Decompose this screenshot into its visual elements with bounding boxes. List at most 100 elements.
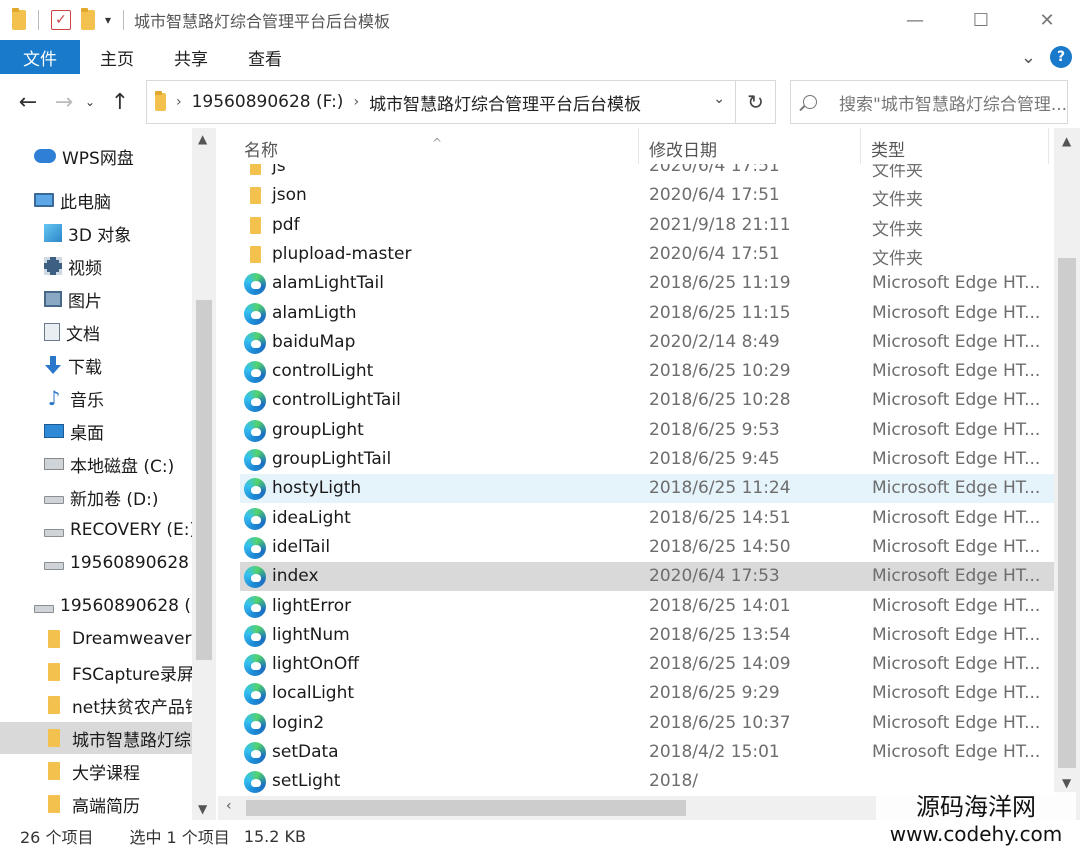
search-input[interactable]: 搜索"城市智慧路灯综合管理... <box>790 80 1068 124</box>
sidebar-item-label: 桌面 <box>70 423 104 444</box>
scroll-left-icon[interactable]: ‹ <box>226 798 232 814</box>
file-date: 2018/6/25 9:53 <box>649 419 780 440</box>
back-arrow-icon[interactable]: ← <box>10 84 46 120</box>
file-row[interactable]: localLight 2018/6/25 9:29 Microsoft Edge H… <box>240 679 1054 708</box>
file-row[interactable]: login2 2018/6/25 10:37 Microsoft Edge HT..… <box>240 709 1054 738</box>
file-row[interactable]: index 2020/6/4 17:53 Microsoft Edge HT... <box>240 562 1054 592</box>
sidebar-item[interactable]: 大学课程 <box>0 755 196 787</box>
sidebar-item[interactable]: net扶贫农产品销 <box>0 689 196 721</box>
sidebar-item[interactable]: 图片 <box>0 283 196 315</box>
tab-share[interactable]: 共享 <box>154 40 228 74</box>
recent-locations-icon[interactable]: ⌄ <box>82 84 98 120</box>
file-type: Microsoft Edge HT... <box>872 712 1041 733</box>
sidebar-item[interactable]: 视频 <box>0 250 196 282</box>
file-row[interactable]: controlLight 2018/6/25 10:29 Microsoft Edg… <box>240 357 1054 386</box>
file-row[interactable]: lightOnOff 2018/6/25 14:09 Microsoft Edge … <box>240 650 1054 679</box>
file-name: ideaLight <box>272 507 351 528</box>
file-row[interactable]: lightError 2018/6/25 14:01 Microsoft Edge … <box>240 592 1054 621</box>
file-row[interactable]: json 2020/6/4 17:51 文件夹 <box>240 181 1054 210</box>
cube-icon <box>44 224 62 242</box>
sidebar-item[interactable]: ♪ 音乐 <box>0 382 196 414</box>
file-row[interactable]: ideaLight 2018/6/25 14:51 Microsoft Edge H… <box>240 504 1054 533</box>
sidebar-item[interactable]: 3D 对象 <box>0 217 196 249</box>
edge-html-icon <box>244 390 266 413</box>
file-name: setData <box>272 742 339 762</box>
sidebar-item[interactable]: 桌面 <box>0 415 196 447</box>
column-divider[interactable] <box>638 128 639 164</box>
file-row[interactable]: setData 2018/4/2 15:01 Microsoft Edge HT..… <box>240 738 1054 767</box>
file-row[interactable]: lightNum 2018/6/25 13:54 Microsoft Edge HT… <box>240 621 1054 650</box>
sidebar-item[interactable]: 本地磁盘 (C:) <box>0 448 196 480</box>
file-row[interactable]: alamLigth 2018/6/25 11:15 Microsoft Edge H… <box>240 299 1054 328</box>
expand-ribbon-icon[interactable]: ⌄ <box>1021 47 1036 68</box>
file-row[interactable]: pdf 2021/9/18 21:11 文件夹 <box>240 211 1054 240</box>
sidebar-item[interactable]: 高端简历 <box>0 788 196 820</box>
file-row[interactable]: alamLightTail 2018/6/25 11:19 Microsoft Ed… <box>240 269 1054 298</box>
breadcrumb-drive[interactable]: 19560890628 (F:) <box>192 92 344 112</box>
file-row[interactable]: controlLightTail 2018/6/25 10:28 Microsoft… <box>240 386 1054 415</box>
scroll-down-icon[interactable]: ▼ <box>1062 776 1071 790</box>
quick-access-dropdown-icon[interactable]: ▾ <box>105 13 111 27</box>
file-row[interactable]: groupLight 2018/6/25 9:53 Microsoft Edge H… <box>240 416 1054 445</box>
breadcrumb-chevron-icon[interactable]: › <box>353 94 359 110</box>
file-row[interactable]: hostyLigth 2018/6/25 11:24 Microsoft Edge … <box>240 474 1054 504</box>
sidebar-item[interactable]: WPS网盘 <box>0 140 196 172</box>
column-date[interactable]: 修改日期 <box>649 136 717 161</box>
breadcrumb-folder[interactable]: 城市智慧路灯综合管理平台后台模板 <box>369 90 641 115</box>
column-name[interactable]: 名称 <box>244 136 278 161</box>
sidebar-item[interactable]: 此电脑 <box>0 184 196 216</box>
column-divider[interactable] <box>860 128 861 164</box>
sidebar-item[interactable]: 新加卷 (D:) <box>0 481 196 513</box>
file-row[interactable]: idelTail 2018/6/25 14:50 Microsoft Edge HT… <box>240 533 1054 562</box>
scroll-down-icon[interactable]: ▼ <box>198 802 207 816</box>
file-date: 2018/6/25 11:19 <box>649 273 791 294</box>
help-icon[interactable]: ? <box>1050 46 1072 68</box>
up-arrow-icon[interactable]: ↑ <box>102 84 138 120</box>
tab-file[interactable]: 文件 <box>0 40 80 74</box>
nav-scrollbar[interactable]: ▲ ▼ <box>192 128 216 820</box>
edge-html-icon <box>244 566 266 589</box>
address-bar[interactable]: › 19560890628 (F:) › 城市智慧路灯综合管理平台后台模板 ⌄ … <box>146 80 776 124</box>
minimize-button[interactable]: — <box>882 0 948 40</box>
scroll-thumb[interactable] <box>196 300 212 660</box>
breadcrumb-chevron-icon[interactable]: › <box>176 94 182 110</box>
new-folder-icon[interactable] <box>81 8 95 30</box>
file-name: lightNum <box>272 624 350 645</box>
file-type: Microsoft Edge HT... <box>872 273 1041 294</box>
file-row[interactable]: groupLightTail 2018/6/25 9:45 Microsoft Ed… <box>240 445 1054 474</box>
file-type: Microsoft Edge HT... <box>872 478 1041 499</box>
sidebar-item[interactable]: 下载 <box>0 349 196 381</box>
sidebar-item-label: net扶贫农产品销 <box>72 697 196 718</box>
file-list-scrollbar[interactable]: ▲ ▼ <box>1054 128 1080 796</box>
file-row[interactable]: baiduMap 2020/2/14 8:49 Microsoft Edge HT.… <box>240 328 1054 357</box>
drive-icon <box>34 605 54 613</box>
folder-icon <box>48 729 60 747</box>
properties-icon[interactable]: ✓ <box>51 10 71 30</box>
sidebar-item[interactable]: FSCapture录屏软 <box>0 656 196 688</box>
file-row[interactable]: plupload-master 2020/6/4 17:51 文件夹 <box>240 240 1054 269</box>
address-dropdown-icon[interactable]: ⌄ <box>713 91 725 107</box>
sidebar-item[interactable]: 城市智慧路灯综合 <box>0 722 196 754</box>
column-divider[interactable] <box>1048 128 1049 164</box>
refresh-icon[interactable]: ↻ <box>735 81 775 123</box>
scroll-up-icon[interactable]: ▲ <box>1062 134 1071 148</box>
file-date: 2018/6/25 14:50 <box>649 536 791 557</box>
sidebar-item[interactable]: 19560890628 (F <box>0 590 196 622</box>
windows-drive-icon <box>44 458 64 470</box>
forward-arrow-icon[interactable]: → <box>46 84 82 120</box>
scroll-thumb[interactable] <box>246 800 686 816</box>
search-placeholder: 搜索"城市智慧路灯综合管理... <box>839 94 1068 115</box>
column-type[interactable]: 类型 <box>871 136 905 161</box>
folder-icon <box>48 663 60 681</box>
close-button[interactable]: ✕ <box>1014 0 1080 40</box>
sidebar-item[interactable]: Dreamweaver <box>0 623 196 655</box>
sidebar-item[interactable]: 19560890628 ( <box>0 547 196 579</box>
sidebar-item[interactable]: RECOVERY (E:) <box>0 514 196 546</box>
sidebar-item-label: 下载 <box>68 357 102 378</box>
scroll-up-icon[interactable]: ▲ <box>198 132 207 146</box>
sidebar-item[interactable]: 文档 <box>0 316 196 348</box>
maximize-button[interactable]: ☐ <box>948 0 1014 40</box>
tab-home[interactable]: 主页 <box>80 40 154 74</box>
tab-view[interactable]: 查看 <box>228 40 302 74</box>
scroll-thumb[interactable] <box>1058 258 1076 768</box>
